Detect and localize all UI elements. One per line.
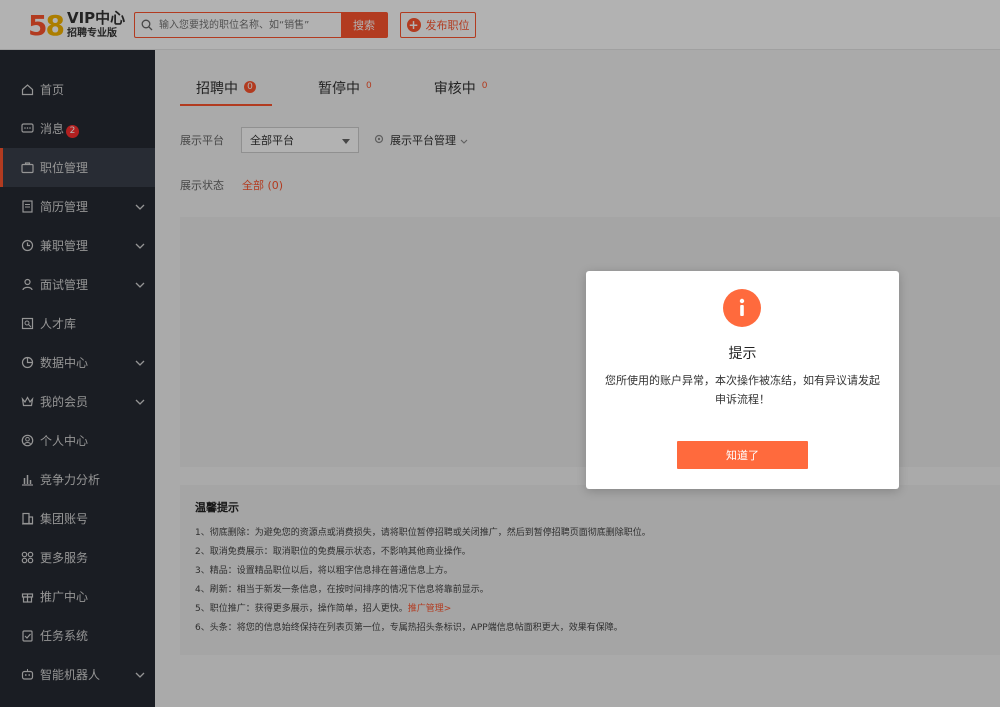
info-icon — [723, 289, 761, 327]
dialog-title: 提示 — [728, 346, 757, 362]
alert-dialog: 提示 您所使用的账户异常，本次操作被冻结，如有异议请发起申诉流程！ 知道了 — [586, 271, 899, 489]
acknowledge-button[interactable]: 知道了 — [677, 441, 808, 469]
dialog-message: 您所使用的账户异常，本次操作被冻结，如有异议请发起申诉流程！ — [605, 374, 880, 406]
